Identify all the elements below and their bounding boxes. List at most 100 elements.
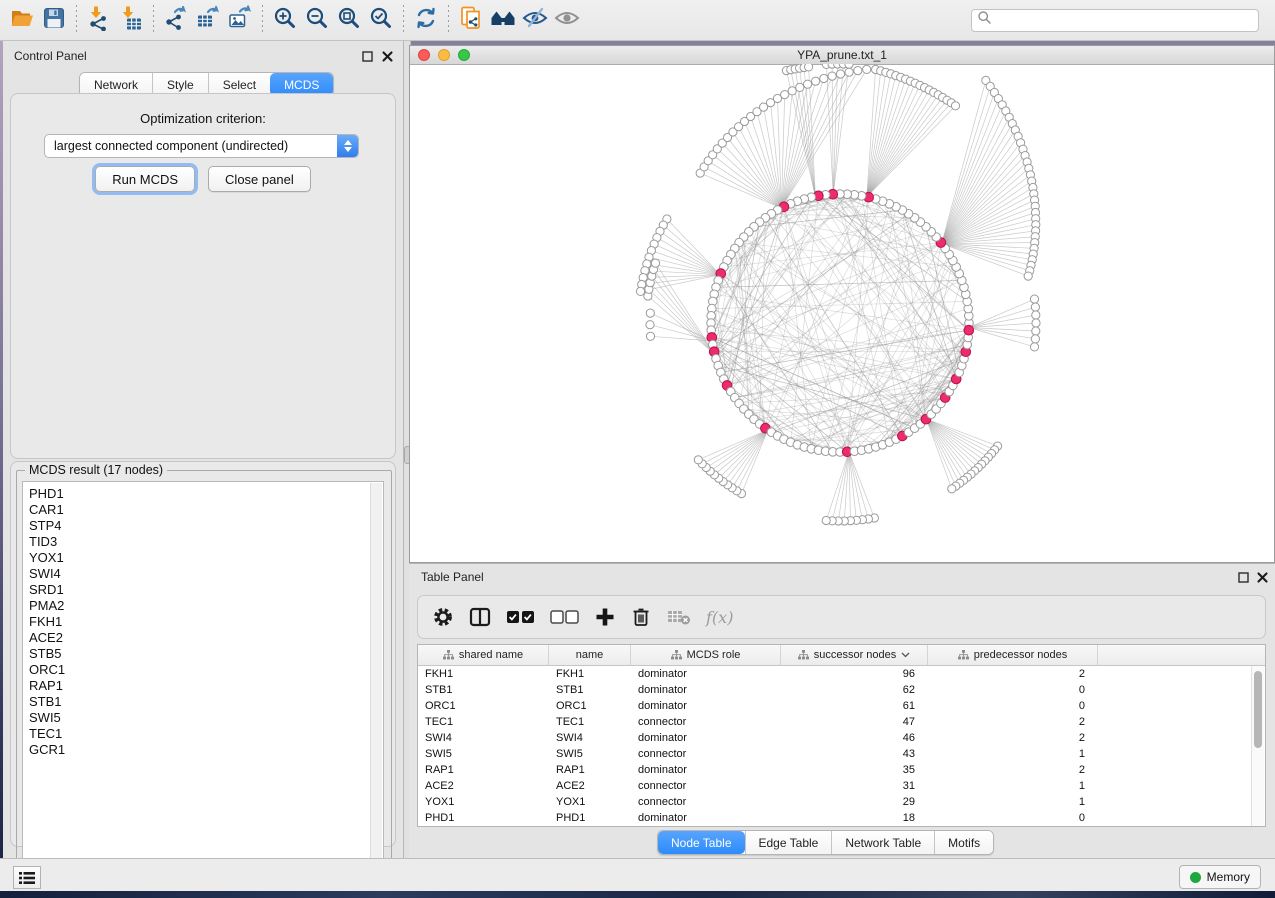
mcds-result-item[interactable]: PHD1 — [29, 486, 383, 502]
zoom-out-button[interactable] — [301, 4, 333, 36]
export-table-button[interactable] — [192, 4, 224, 36]
leaf-node[interactable] — [836, 70, 844, 78]
mcds-result-item[interactable]: STB1 — [29, 694, 383, 710]
import-table-button[interactable] — [115, 4, 147, 36]
dominator-node[interactable] — [964, 325, 974, 335]
refresh-layout-button[interactable] — [410, 4, 442, 36]
mcds-result-item[interactable]: TID3 — [29, 534, 383, 550]
select-all-checkboxes-icon[interactable] — [506, 608, 536, 626]
leaf-node[interactable] — [646, 309, 654, 317]
leaf-node[interactable] — [828, 72, 836, 80]
network-window-titlebar[interactable]: YPA_prune.txt_1 — [410, 46, 1274, 65]
leaf-node[interactable] — [854, 67, 862, 75]
settings-gear-icon[interactable] — [432, 606, 454, 628]
mcds-result-item[interactable]: TEC1 — [29, 726, 383, 742]
mcds-result-item[interactable]: STP4 — [29, 518, 383, 534]
leaf-node[interactable] — [1030, 343, 1038, 351]
leaf-node[interactable] — [1031, 303, 1039, 311]
table-row[interactable]: ORC1ORC1dominator610 — [418, 698, 1265, 714]
table-scrollbar-thumb[interactable] — [1254, 671, 1262, 748]
deselect-all-checkboxes-icon[interactable] — [550, 608, 580, 626]
delete-columns-icon[interactable] — [630, 606, 652, 628]
leaf-node[interactable] — [694, 456, 702, 464]
leaf-node[interactable] — [1032, 327, 1040, 335]
leaf-node[interactable] — [863, 65, 871, 73]
leaf-node[interactable] — [1032, 311, 1040, 319]
mcds-result-item[interactable]: YOX1 — [29, 550, 383, 566]
open-file-button[interactable] — [6, 4, 38, 36]
leaf-node[interactable] — [948, 485, 956, 493]
mcds-result-item[interactable]: GCR1 — [29, 742, 383, 758]
show-columns-icon[interactable] — [468, 606, 492, 628]
zoom-in-button[interactable] — [269, 4, 301, 36]
close-panel-icon[interactable] — [1256, 571, 1269, 584]
close-panel-icon[interactable] — [381, 50, 394, 63]
zoom-selected-button[interactable] — [365, 4, 397, 36]
leaf-node[interactable] — [822, 516, 830, 524]
export-image-button[interactable] — [224, 4, 256, 36]
search-box[interactable] — [971, 9, 1259, 32]
leaf-node[interactable] — [651, 259, 659, 267]
table-row[interactable]: PHD1PHD1dominator180 — [418, 810, 1265, 826]
leaf-node[interactable] — [845, 64, 853, 68]
leaf-node[interactable] — [804, 80, 812, 88]
mcds-result-item[interactable]: SWI4 — [29, 566, 383, 582]
table-row[interactable]: RAP1RAP1dominator352 — [418, 762, 1265, 778]
column-header-name[interactable]: name — [549, 645, 631, 665]
memory-button[interactable]: Memory — [1179, 865, 1261, 889]
table-row[interactable]: TEC1TEC1connector472 — [418, 714, 1265, 730]
table-row[interactable]: ACE2ACE2connector311 — [418, 778, 1265, 794]
table-row[interactable]: FKH1FKH1dominator962 — [418, 666, 1265, 682]
leaf-node[interactable] — [796, 83, 804, 91]
mcds-result-item[interactable]: STB5 — [29, 646, 383, 662]
run-mcds-button[interactable]: Run MCDS — [95, 166, 195, 192]
import-network-button[interactable] — [83, 4, 115, 36]
table-row[interactable]: SWI5SWI5connector431 — [418, 746, 1265, 762]
search-input[interactable] — [992, 12, 1253, 28]
mcds-result-item[interactable]: SWI5 — [29, 710, 383, 726]
tab-edge-table[interactable]: Edge Table — [745, 831, 832, 854]
mcds-list-scrollbar[interactable] — [370, 483, 382, 873]
mcds-result-item[interactable]: PMA2 — [29, 598, 383, 614]
first-neighbors-button[interactable] — [487, 4, 519, 36]
criterion-dropdown[interactable]: largest connected component (undirected) — [44, 134, 359, 158]
save-session-button[interactable] — [38, 4, 70, 36]
table-scrollbar[interactable] — [1251, 666, 1264, 826]
leaf-node[interactable] — [646, 332, 654, 340]
table-row[interactable]: STB1STB1dominator620 — [418, 682, 1265, 698]
column-header-successor-nodes[interactable]: successor nodes — [781, 645, 928, 665]
show-all-button[interactable] — [551, 4, 583, 36]
leaf-node[interactable] — [646, 321, 654, 329]
leaf-node[interactable] — [1031, 335, 1039, 343]
leaf-node[interactable] — [1030, 295, 1038, 303]
leaf-node[interactable] — [1032, 319, 1040, 327]
mcds-result-list[interactable]: PHD1CAR1STP4TID3YOX1SWI4SRD1PMA2FKH1ACE2… — [22, 481, 384, 873]
mcds-result-item[interactable]: RAP1 — [29, 678, 383, 694]
hide-selected-button[interactable] — [519, 4, 551, 36]
zoom-fit-button[interactable] — [333, 4, 365, 36]
leaf-node[interactable] — [951, 102, 959, 110]
mcds-result-item[interactable]: ORC1 — [29, 662, 383, 678]
column-header-predecessor-nodes[interactable]: predecessor nodes — [928, 645, 1098, 665]
delete-table-icon[interactable] — [666, 607, 692, 627]
table-row[interactable]: SWI4SWI4dominator462 — [418, 730, 1265, 746]
close-panel-button[interactable]: Close panel — [208, 166, 311, 192]
tab-node-table[interactable]: Node Table — [658, 831, 745, 854]
leaf-node[interactable] — [812, 77, 820, 85]
export-network-button[interactable] — [160, 4, 192, 36]
float-panel-icon[interactable] — [361, 50, 374, 63]
clone-network-button[interactable] — [455, 4, 487, 36]
function-builder-icon[interactable]: f(x) — [706, 608, 733, 627]
leaf-node[interactable] — [636, 287, 644, 295]
float-panel-icon[interactable] — [1237, 571, 1250, 584]
leaf-node[interactable] — [820, 74, 828, 82]
leaf-node[interactable] — [1024, 272, 1032, 280]
mcds-result-item[interactable]: CAR1 — [29, 502, 383, 518]
tab-network-table[interactable]: Network Table — [831, 831, 934, 854]
add-column-icon[interactable] — [594, 606, 616, 628]
leaf-node[interactable] — [788, 87, 796, 95]
column-header-shared-name[interactable]: shared name — [418, 645, 549, 665]
mcds-result-item[interactable]: SRD1 — [29, 582, 383, 598]
network-canvas[interactable] — [410, 64, 1275, 564]
tab-motifs[interactable]: Motifs — [934, 831, 993, 854]
